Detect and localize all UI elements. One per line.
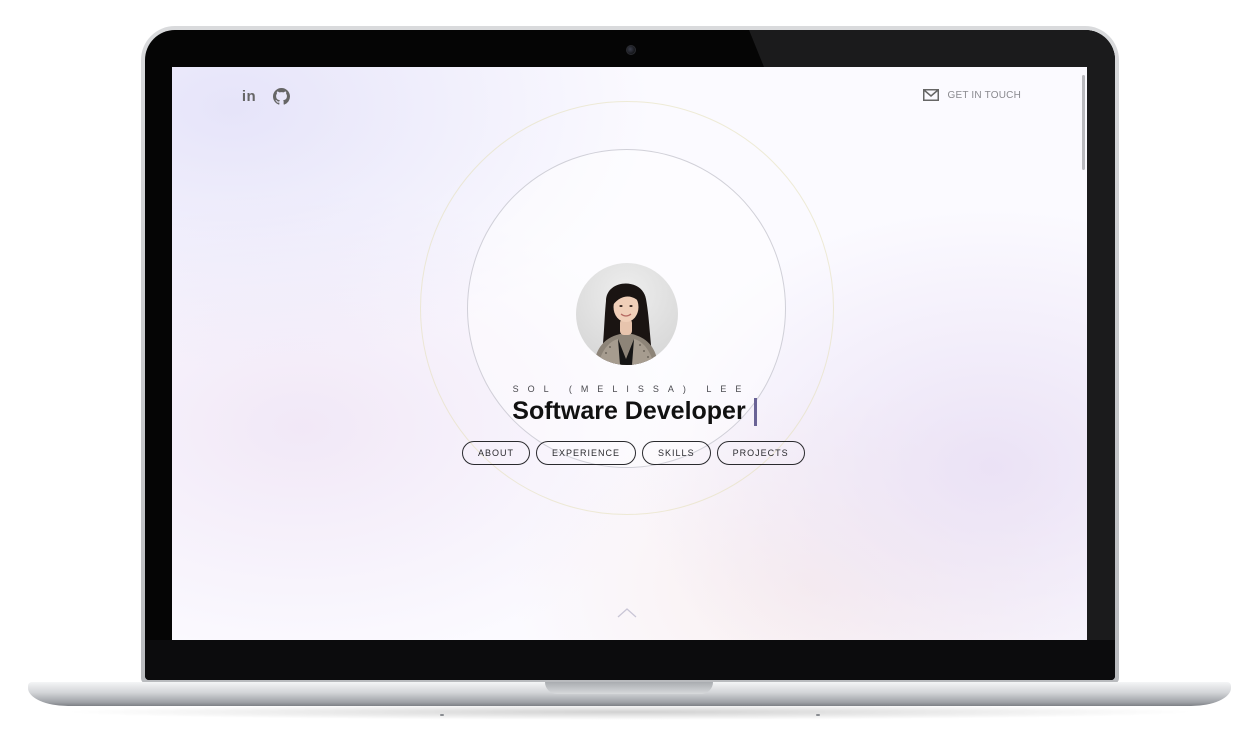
nav-experience-button[interactable]: EXPERIENCE xyxy=(536,441,637,465)
laptop-mockup: in GET IN TOUCH SOL (MELISSA) LEE Softwa… xyxy=(0,0,1260,756)
role-title: Software Developer xyxy=(512,397,746,425)
bezel-chin xyxy=(145,640,1115,680)
laptop-foot xyxy=(440,714,444,716)
role-headline: Software Developer xyxy=(427,397,842,426)
linkedin-link[interactable]: in xyxy=(240,87,258,105)
bezel-glare xyxy=(749,30,1115,70)
camera-icon xyxy=(626,45,636,55)
scroll-up-button[interactable] xyxy=(616,605,638,619)
portfolio-screen: in GET IN TOUCH SOL (MELISSA) LEE Softwa… xyxy=(172,67,1087,640)
social-links: in xyxy=(240,87,290,105)
github-icon xyxy=(272,87,290,105)
laptop-notch xyxy=(545,682,713,694)
get-in-touch-label: GET IN TOUCH xyxy=(947,89,1021,101)
person-name: SOL (MELISSA) LEE xyxy=(512,384,751,394)
typing-cursor xyxy=(753,397,757,426)
chevron-up-icon xyxy=(617,608,637,618)
laptop-foot xyxy=(816,714,820,716)
github-link[interactable] xyxy=(272,87,290,105)
laptop-shadow xyxy=(60,704,1200,720)
nav-skills-button[interactable]: SKILLS xyxy=(642,441,711,465)
nav-projects-button[interactable]: PROJECTS xyxy=(716,441,805,465)
avatar xyxy=(576,263,678,365)
avatar-portrait xyxy=(594,283,658,365)
bezel-glare-side xyxy=(1087,30,1115,680)
section-nav: ABOUT EXPERIENCE SKILLS PROJECTS xyxy=(462,441,805,465)
mail-icon xyxy=(923,89,940,101)
page-scrollbar[interactable] xyxy=(1082,75,1085,170)
nav-about-button[interactable]: ABOUT xyxy=(462,441,531,465)
get-in-touch-link[interactable]: GET IN TOUCH xyxy=(923,89,1021,101)
linkedin-icon: in xyxy=(241,87,257,105)
